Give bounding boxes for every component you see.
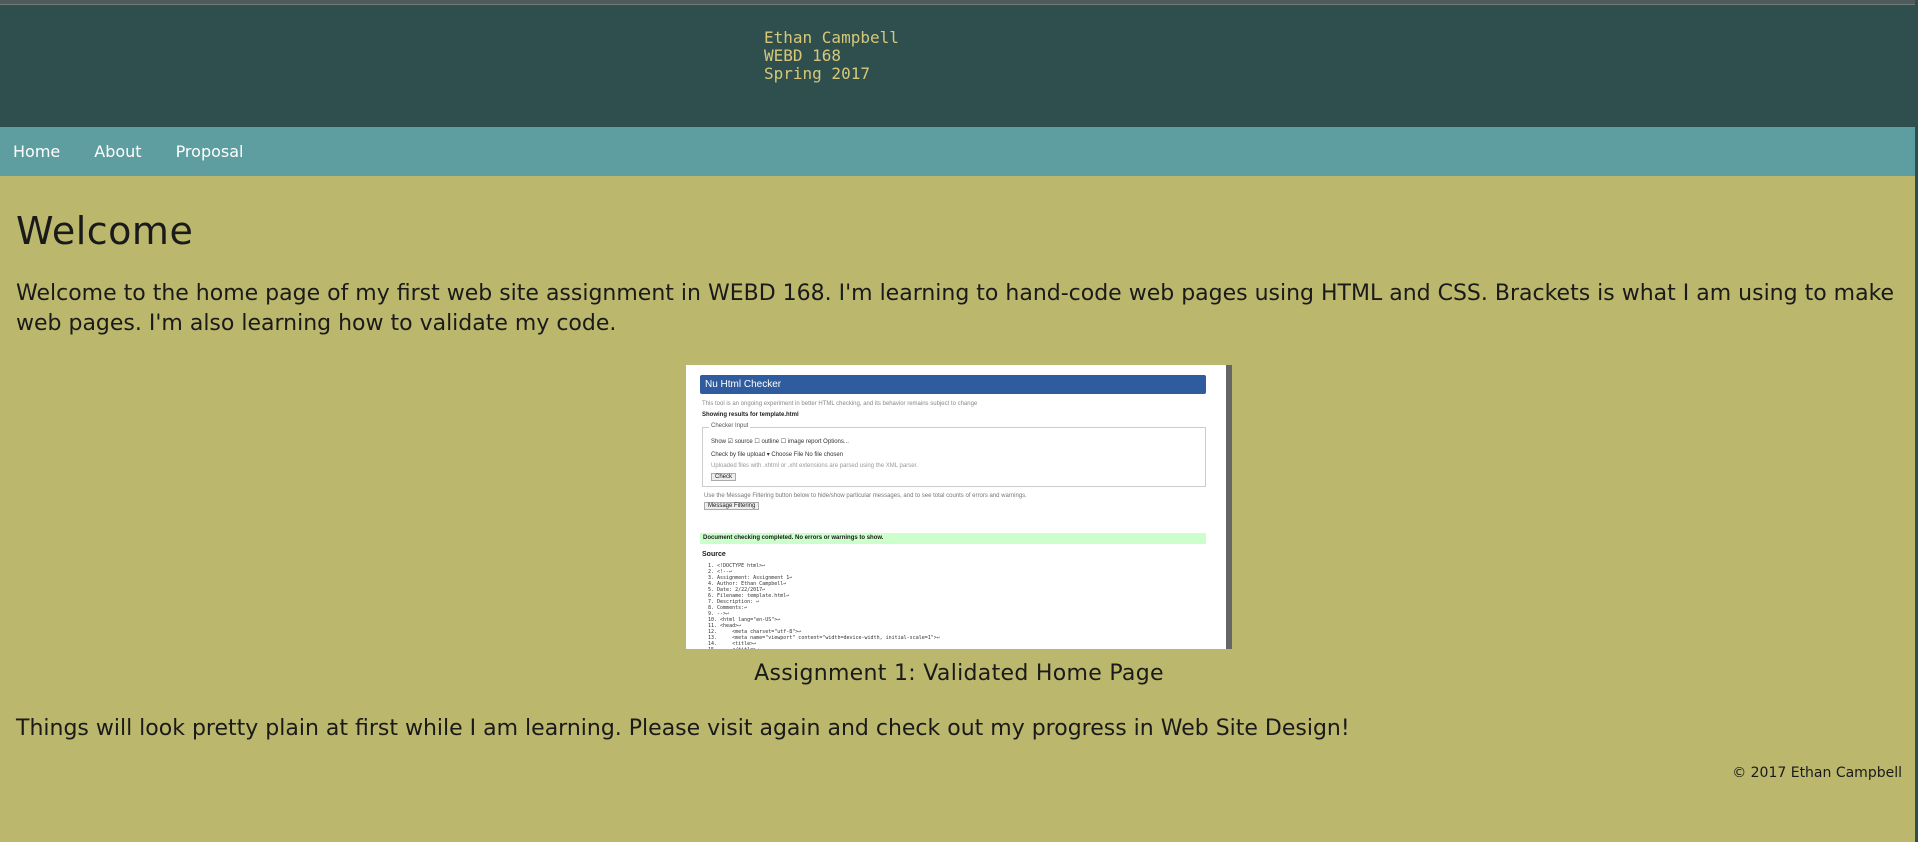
checker-input-label: Checker Input	[709, 423, 751, 429]
course-code: WEBD 168	[764, 46, 842, 65]
outro-paragraph: Things will look pretty plain at first w…	[16, 716, 1350, 741]
checker-input-box: Checker Input Show ☑ source ☐ outline ☐ …	[702, 423, 1206, 487]
nav-home[interactable]: Home	[13, 142, 60, 161]
source-code: 1. <!DOCTYPE html>↩ 2. <!--↩ 3. Assignme…	[708, 563, 940, 649]
main-content: Welcome Welcome to the home page of my f…	[0, 209, 1918, 781]
author-name: Ethan Campbell	[764, 28, 899, 47]
checker-note: This tool is an ongoing experiment in be…	[702, 401, 978, 407]
check-by-row: Check by file upload ▾ Choose File No fi…	[711, 452, 844, 458]
message-filtering-button: Message Filtering	[704, 502, 760, 510]
source-label: Source	[702, 551, 726, 558]
validator-screenshot: Nu Html Checker This tool is an ongoing …	[686, 365, 1232, 649]
show-options-row: Show ☑ source ☐ outline ☐ image report O…	[711, 439, 849, 445]
author-info: Ethan Campbell WEBD 168 Spring 2017	[764, 29, 899, 83]
checker-results-label: Showing results for template.html	[702, 412, 799, 418]
figure-caption: Assignment 1: Validated Home Page	[754, 661, 1164, 686]
nav-proposal[interactable]: Proposal	[176, 142, 244, 161]
filter-note: Use the Message Filtering button below t…	[704, 493, 1027, 499]
term: Spring 2017	[764, 64, 870, 83]
checker-title: Nu Html Checker	[700, 375, 1206, 394]
nav-about[interactable]: About	[94, 142, 141, 161]
intro-paragraph: Welcome to the home page of my first web…	[16, 281, 1895, 336]
validation-figure: Nu Html Checker This tool is an ongoing …	[16, 365, 1902, 686]
main-nav: Home About Proposal	[0, 127, 1918, 176]
uploaded-note: Uploaded files with .xhtml or .xht exten…	[711, 463, 918, 469]
validation-status: Document checking completed. No errors o…	[700, 533, 1206, 544]
check-button: Check	[711, 473, 737, 481]
page-title: Welcome	[16, 209, 194, 253]
footer-copyright: © 2017 Ethan Campbell	[1732, 765, 1902, 781]
site-banner: Ethan Campbell WEBD 168 Spring 2017	[0, 5, 1918, 127]
